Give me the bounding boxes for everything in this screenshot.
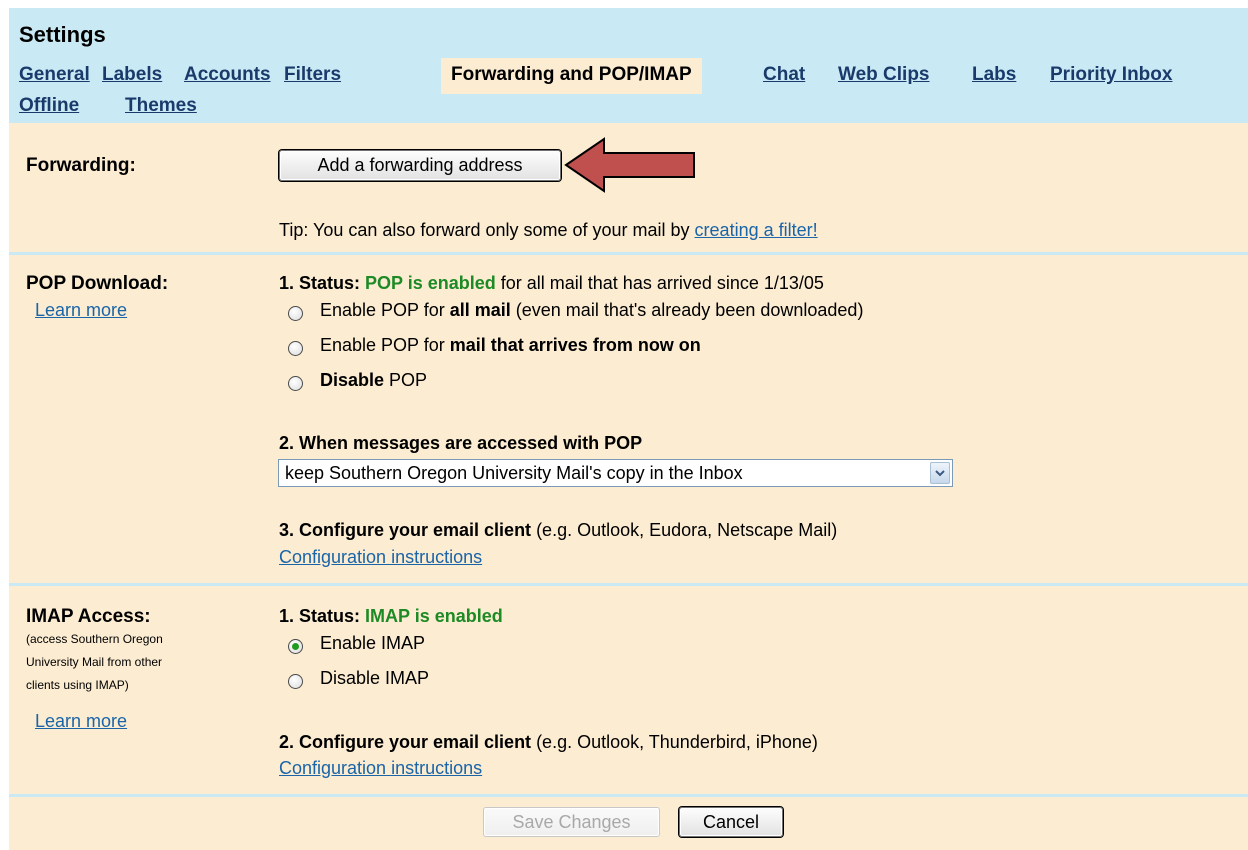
imap-description-line1: (access Southern Oregon <box>26 632 163 646</box>
imap-access-label: IMAP Access: <box>26 606 151 627</box>
imap-status: 1. Status: IMAP is enabled <box>279 606 503 627</box>
page-title: Settings <box>19 22 106 47</box>
radio-selected-dot <box>292 643 299 650</box>
tab-accounts[interactable]: Accounts <box>184 64 271 86</box>
pop-status-suffix: for all mail that has arrived since 1/13… <box>495 273 824 293</box>
settings-panel: Settings General Labels Accounts Filters… <box>9 8 1248 850</box>
save-changes-button[interactable]: Save Changes <box>483 807 660 837</box>
chevron-down-icon[interactable] <box>930 462 950 484</box>
pop-status-value: POP is enabled <box>365 273 496 293</box>
pop-download-label: POP Download: <box>26 273 169 294</box>
creating-filter-link[interactable]: creating a filter! <box>695 220 818 240</box>
section-divider <box>9 794 1248 797</box>
tab-priority-inbox[interactable]: Priority Inbox <box>1050 64 1172 86</box>
imap-step2-heading: 2. Configure your email client <box>279 732 532 752</box>
imap-step2: 2. Configure your email client (e.g. Out… <box>279 732 818 753</box>
imap-enable-radio[interactable] <box>288 639 303 654</box>
pop-step2-heading: 2. When messages are accessed with POP <box>279 433 643 453</box>
section-divider <box>9 252 1248 255</box>
annotation-arrow <box>564 137 695 193</box>
pop-all-mail-note: (even mail that's already been downloade… <box>510 300 864 320</box>
pop-disable-option[interactable]: Disable POP <box>320 370 427 391</box>
imap-config-instructions-link[interactable]: Configuration instructions <box>279 758 482 779</box>
tab-labs[interactable]: Labs <box>972 64 1016 86</box>
pop-status-prefix: 1. Status: <box>279 273 366 293</box>
pop-step3-heading: 3. Configure your email client <box>279 520 532 540</box>
pop-status: 1. Status: POP is enabled for all mail t… <box>279 273 824 294</box>
tab-offline[interactable]: Offline <box>19 95 79 117</box>
tab-general[interactable]: General <box>19 64 90 86</box>
imap-description: (access Southern Oregon University Mail … <box>26 628 163 697</box>
section-divider <box>9 583 1248 586</box>
tab-themes[interactable]: Themes <box>125 95 197 117</box>
pop-disable-text: POP <box>384 370 428 390</box>
pop-from-now-bold: mail that arrives from now on <box>449 335 701 355</box>
tab-chat[interactable]: Chat <box>763 64 805 86</box>
imap-description-line2: University Mail from other <box>26 655 163 669</box>
imap-enable-label[interactable]: Enable IMAP <box>320 633 425 654</box>
pop-step3-clients: (e.g. Outlook, Eudora, Netscape Mail) <box>531 520 838 540</box>
pop-all-mail-option[interactable]: Enable POP for all mail (even mail that'… <box>320 300 863 321</box>
forwarding-tip-text: Tip: You can also forward only some of y… <box>279 220 695 240</box>
tab-labels[interactable]: Labels <box>102 64 162 86</box>
tab-filters[interactable]: Filters <box>284 64 341 86</box>
imap-step2-clients: (e.g. Outlook, Thunderbird, iPhone) <box>531 732 818 752</box>
tab-forwarding-pop-imap[interactable]: Forwarding and POP/IMAP <box>441 58 702 94</box>
pop-disable-radio[interactable] <box>288 376 303 391</box>
pop-from-now-text: Enable POP for <box>320 335 450 355</box>
pop-config-instructions-link[interactable]: Configuration instructions <box>279 547 482 568</box>
pop-disable-bold: Disable <box>320 370 385 390</box>
imap-status-prefix: 1. Status: <box>279 606 366 626</box>
add-forwarding-address-button[interactable]: Add a forwarding address <box>279 150 561 181</box>
tab-web-clips[interactable]: Web Clips <box>838 64 930 86</box>
pop-from-now-option[interactable]: Enable POP for mail that arrives from no… <box>320 335 701 356</box>
cancel-button[interactable]: Cancel <box>679 807 783 837</box>
settings-header: Settings General Labels Accounts Filters… <box>9 8 1248 123</box>
pop-all-mail-radio[interactable] <box>288 306 303 321</box>
forwarding-label: Forwarding: <box>26 155 136 176</box>
pop-action-select[interactable]: keep Southern Oregon University Mail's c… <box>278 459 953 487</box>
pop-step3: 3. Configure your email client (e.g. Out… <box>279 520 837 541</box>
pop-all-mail-bold: all mail <box>449 300 511 320</box>
imap-learn-more-link[interactable]: Learn more <box>35 711 127 732</box>
pop-learn-more-link[interactable]: Learn more <box>35 300 127 321</box>
imap-disable-label[interactable]: Disable IMAP <box>320 668 429 689</box>
pop-action-select-value: keep Southern Oregon University Mail's c… <box>285 463 743 483</box>
forwarding-tip: Tip: You can also forward only some of y… <box>279 220 818 241</box>
imap-status-value: IMAP is enabled <box>365 606 503 626</box>
imap-disable-radio[interactable] <box>288 674 303 689</box>
imap-description-line3: clients using IMAP) <box>26 678 129 692</box>
pop-all-mail-text: Enable POP for <box>320 300 450 320</box>
pop-from-now-radio[interactable] <box>288 341 303 356</box>
